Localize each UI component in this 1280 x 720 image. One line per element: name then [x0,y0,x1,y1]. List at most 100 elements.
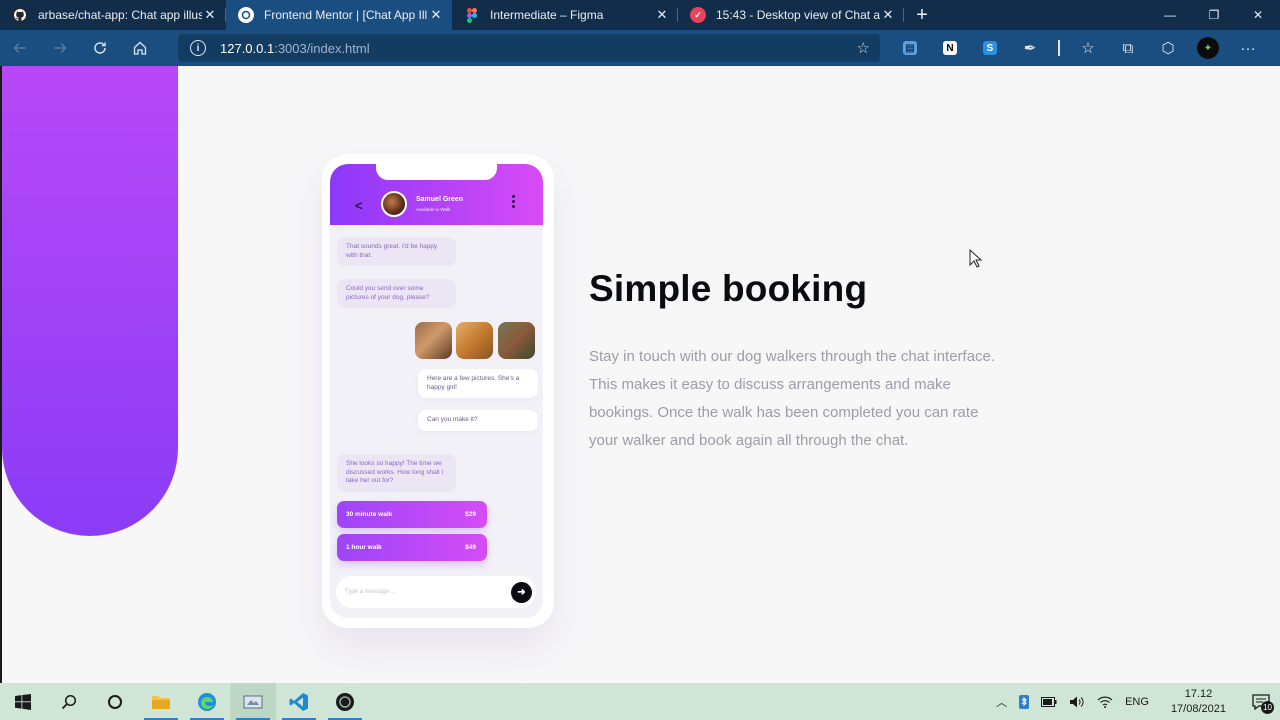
collections-button[interactable]: ⧉ [1108,30,1148,66]
tab-close-icon[interactable]: ✕ [202,7,218,23]
dog-photo[interactable] [456,322,493,359]
restore-button[interactable]: ❐ [1192,0,1236,30]
taskbar: ︿ ENG 17.12 17/08/2021 10 [0,683,1280,720]
offer-label: 30 minute walk [346,511,393,518]
section-description: Stay in touch with our dog walkers throu… [589,348,996,449]
language-indicator[interactable]: ENG [1119,696,1155,708]
home-button[interactable] [120,30,160,66]
chat-message: She looks so happy! The time we discusse… [337,454,456,492]
dog-photo[interactable] [415,322,452,359]
offer-price: $49 [465,544,476,551]
offer-button-30-min[interactable]: 30 minute walk $29 [337,501,487,528]
edge-button[interactable] [184,683,230,720]
home-icon [133,41,147,55]
clock[interactable]: 17.12 17/08/2021 [1155,687,1242,717]
tab-separator [903,8,904,22]
more-icon: ··· [1240,39,1256,57]
contact-status: Available to Walk [416,207,451,212]
wifi-icon[interactable] [1091,696,1119,708]
s-extension-button[interactable]: S [970,30,1010,66]
minimize-button[interactable]: — [1148,0,1192,30]
profile-button[interactable]: ✦ [1188,30,1228,66]
browser-essentials-button[interactable]: ⬡ [1148,30,1188,66]
mouse-cursor-icon [969,249,983,268]
tab-close-icon[interactable]: ✕ [428,7,444,23]
start-button[interactable] [0,683,46,720]
more-vertical-icon[interactable] [508,195,518,208]
chat-header: < Samuel Green Available to Walk [330,164,543,225]
info-icon[interactable]: i [190,40,206,56]
tab-title: 15:43 - Desktop view of Chat ap [716,8,880,22]
tab-title: Intermediate – Figma [490,8,604,22]
avatar: ✦ [1197,37,1219,59]
phone-mockup: < Samuel Green Available to Walk That so… [322,154,554,628]
tab-figma[interactable]: Intermediate – Figma ✕ [452,0,678,30]
window-controls: — ❐ ✕ [1148,0,1280,30]
decorative-gradient-pill [2,66,178,536]
arrow-left-icon [13,43,26,53]
back-button[interactable] [0,30,40,66]
snipping-tool-button[interactable] [230,683,276,720]
collections-icon: ⧉ [1122,39,1134,57]
browser-tab-strip: arbase/chat-app: Chat app illustr ✕ Fron… [0,0,1280,30]
offer-price: $29 [465,511,476,518]
windows-icon [15,693,31,710]
forward-button[interactable] [40,30,80,66]
s-extension-icon: S [983,41,997,55]
extension-button[interactable]: ▤ [890,30,930,66]
bluetooth-icon[interactable] [1013,694,1035,709]
refresh-icon [94,42,106,54]
color-picker-icon: ✒ [1023,40,1037,57]
phone-notch [376,164,497,180]
tab-frontend-mentor[interactable]: Frontend Mentor | [Chat App Illu ✕ [226,0,452,30]
refresh-button[interactable] [80,30,120,66]
message-input[interactable]: Type a message… ➜ [336,576,536,608]
add-favorite-icon[interactable]: ☆ [857,39,870,57]
tab-desktop-view[interactable]: ✓ 15:43 - Desktop view of Chat ap ✕ [678,0,904,30]
vscode-button[interactable] [276,683,322,720]
dog-photo[interactable] [498,322,535,359]
chat-message: Could you send over some pictures of you… [337,279,456,308]
battery-icon[interactable] [1035,696,1063,707]
frontend-mentor-icon [238,7,254,23]
notifications-button[interactable]: 10 [1242,683,1280,720]
chat-screen: < Samuel Green Available to Walk That so… [330,164,543,618]
chevron-up-icon[interactable]: ︿ [990,694,1013,710]
picker-extension-button[interactable]: ✒ [1010,30,1050,66]
search-icon [61,694,77,709]
contact-name: Samuel Green [416,196,464,203]
tab-title: arbase/chat-app: Chat app illustr [38,8,202,22]
tab-close-icon[interactable]: ✕ [654,7,670,23]
section-heading: Simple booking [589,268,868,309]
volume-icon[interactable] [1063,695,1091,709]
shield-icon: ⬡ [1161,40,1175,57]
tab-close-icon[interactable]: ✕ [880,7,896,23]
tab-github[interactable]: arbase/chat-app: Chat app illustr ✕ [0,0,226,30]
new-tab-button[interactable]: + [904,0,940,30]
notion-icon: N [943,41,957,55]
clock-time: 17.12 [1184,687,1213,700]
notification-badge: 10 [1261,701,1274,714]
search-button[interactable] [46,683,92,720]
clock-date: 17/08/2021 [1170,702,1226,715]
browser-toolbar: i 127.0.0.1:3003/index.html ☆ ▤ N S ✒ ☆ … [0,30,1280,66]
chat-message: Can you make it? [418,410,538,431]
chat-message: Here are a few pictures. She's a happy g… [418,369,538,398]
notion-extension-button[interactable]: N [930,30,970,66]
url-host: 127.0.0.1 [220,40,275,56]
favorites-button[interactable]: ☆ [1068,30,1108,66]
toolbar-divider [1058,40,1060,56]
offer-button-1-hour[interactable]: 1 hour walk $49 [337,534,487,561]
url-path: :3003/index.html [274,40,370,56]
offer-label: 1 hour walk [346,544,382,551]
address-bar[interactable]: i 127.0.0.1:3003/index.html ☆ [178,34,880,62]
settings-menu-button[interactable]: ··· [1228,30,1268,66]
extensions-area: ▤ N S ✒ ☆ ⧉ ⬡ ✦ ··· [890,30,1268,66]
send-button[interactable]: ➜ [511,582,532,603]
file-explorer-button[interactable] [138,683,184,720]
app-button[interactable] [322,683,368,720]
chevron-left-icon[interactable]: < [355,198,363,213]
task-view-button[interactable] [92,683,138,720]
favorites-icon: ☆ [1081,40,1095,57]
close-window-button[interactable]: ✕ [1236,0,1280,30]
